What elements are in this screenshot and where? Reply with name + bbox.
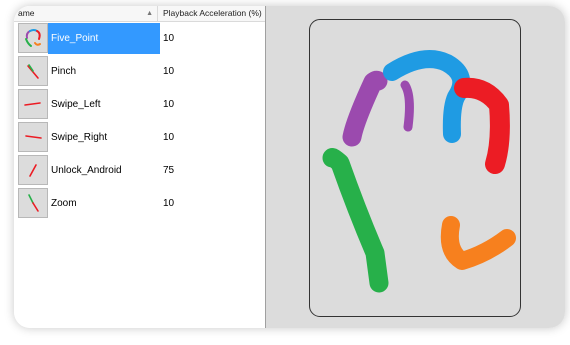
gesture-stroke-green — [322, 148, 389, 293]
gesture-preview-pane — [266, 6, 565, 328]
unlock-gesture-icon — [18, 155, 48, 185]
table-row[interactable]: Five_Point 10 — [14, 22, 265, 55]
table-row[interactable]: Pinch 10 — [14, 55, 265, 88]
swipe-right-gesture-icon — [18, 122, 48, 152]
gesture-name: Zoom — [51, 198, 77, 209]
gesture-name: Swipe_Left — [51, 99, 101, 110]
gesture-name: Swipe_Right — [51, 132, 108, 143]
pinch-gesture-icon — [18, 56, 48, 86]
playback-acceleration-value: 10 — [163, 132, 175, 143]
name-column-header[interactable]: ame ▲ — [14, 6, 158, 21]
gesture-name: Five_Point — [48, 23, 160, 54]
gesture-strokes — [322, 50, 516, 293]
list-header: ame ▲ Playback Acceleration (%) — [14, 6, 265, 22]
gesture-list[interactable]: ame ▲ Playback Acceleration (%) Five_Poi… — [14, 6, 266, 328]
gesture-name: Pinch — [51, 66, 77, 77]
gesture-stroke-orange — [440, 216, 516, 270]
gesture-stroke-red — [454, 77, 510, 174]
playback-acceleration-value: 10 — [163, 66, 175, 77]
playback-acceleration-value: 10 — [163, 99, 175, 110]
gesture-stroke-purple-tail — [400, 80, 414, 132]
playback-acceleration-value: 75 — [163, 165, 175, 176]
five-point-gesture-icon — [18, 23, 48, 53]
playback-column-label: Playback Acceleration (%) — [163, 8, 262, 18]
gesture-stroke-blue — [383, 50, 471, 143]
playback-acceleration-column-header[interactable]: Playback Acceleration (%) — [161, 6, 265, 21]
table-row[interactable]: Unlock_Android 75 — [14, 154, 265, 187]
gesture-name: Unlock_Android — [51, 165, 122, 176]
table-row[interactable]: Zoom 10 — [14, 187, 265, 220]
gesture-manager-window: ame ▲ Playback Acceleration (%) Five_Poi… — [14, 6, 565, 328]
table-row[interactable]: Swipe_Left 10 — [14, 88, 265, 121]
playback-acceleration-value: 10 — [163, 33, 175, 44]
playback-acceleration-value: 10 — [163, 198, 175, 209]
name-column-label: ame — [18, 8, 35, 18]
swipe-left-gesture-icon — [18, 89, 48, 119]
sort-ascending-icon: ▲ — [146, 10, 153, 17]
zoom-gesture-icon — [18, 188, 48, 218]
table-row[interactable]: Swipe_Right 10 — [14, 121, 265, 154]
gesture-stroke-purple — [342, 70, 388, 147]
